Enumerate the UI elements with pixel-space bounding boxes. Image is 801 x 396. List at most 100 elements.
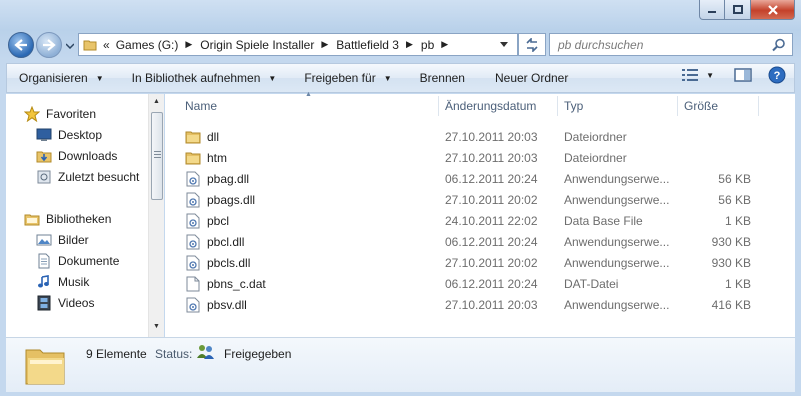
file-row[interactable]: htm 27.10.2011 20:03 Dateiordner: [165, 147, 795, 168]
breadcrumb-arrow-icon[interactable]: ▶: [185, 39, 192, 50]
documents-icon: [36, 253, 52, 269]
maximize-button[interactable]: [725, 0, 751, 20]
command-bar: Organisieren ▼ In Bibliothek aufnehmen ▼…: [6, 63, 795, 93]
arrow-left-icon: [14, 39, 27, 51]
file-date: 27.10.2011 20:03: [445, 297, 538, 312]
share-label: Freigeben für: [304, 71, 376, 85]
file-name-cell[interactable]: pbags.dll: [185, 189, 255, 210]
nav-libraries[interactable]: Bibliotheken: [24, 209, 111, 229]
column-divider[interactable]: [758, 96, 759, 116]
file-row[interactable]: pbcl.dll 06.12.2011 20:24 Anwendungserwe..…: [165, 231, 795, 252]
breadcrumb-arrow-icon[interactable]: ▶: [406, 39, 413, 50]
breadcrumb-battlefield[interactable]: Battlefield 3 ▶: [336, 38, 421, 52]
file-row[interactable]: pbns_c.dat 06.12.2011 20:24 DAT-Datei 1 KB: [165, 273, 795, 294]
nav-label: Bibliotheken: [46, 212, 112, 226]
scrollbar-thumb[interactable]: [151, 112, 163, 200]
file-name-cell[interactable]: dll: [185, 126, 219, 147]
breadcrumb-label: Battlefield 3: [336, 37, 399, 52]
chevron-down-icon: ▼: [95, 73, 104, 83]
file-row[interactable]: dll 27.10.2011 20:03 Dateiordner: [165, 126, 795, 147]
caption-buttons: [699, 0, 795, 20]
organize-button[interactable]: Organisieren ▼: [7, 65, 114, 91]
help-icon: ?: [768, 66, 786, 84]
refresh-button[interactable]: [518, 33, 546, 56]
db-file-icon: [185, 213, 201, 229]
view-options-button[interactable]: ▼: [682, 69, 714, 81]
column-header-name[interactable]: Name: [185, 94, 217, 118]
file-row[interactable]: pbag.dll 06.12.2011 20:24 Anwendungserwe..…: [165, 168, 795, 189]
nav-pictures[interactable]: Bilder: [36, 230, 89, 250]
column-header-date[interactable]: Änderungsdatum: [445, 94, 536, 118]
help-button[interactable]: ?: [768, 66, 786, 84]
address-bar[interactable]: « Games (G:) ▶ Origin Spiele Installer ▶…: [78, 33, 518, 56]
file-date: 06.12.2011 20:24: [445, 276, 538, 291]
column-divider[interactable]: [677, 96, 678, 116]
file-date: 27.10.2011 20:02: [445, 192, 538, 207]
file-name-cell[interactable]: pbcl: [185, 210, 229, 231]
file-date: 27.10.2011 20:02: [445, 255, 538, 270]
burn-button[interactable]: Brennen: [410, 65, 475, 91]
burn-label: Brennen: [419, 71, 465, 85]
column-divider[interactable]: [438, 96, 439, 116]
file-size: 930 KB: [711, 234, 751, 249]
share-with-button[interactable]: Freigeben für ▼: [294, 65, 401, 91]
details-pane: 9 Elemente Status: Freigegeben: [6, 337, 795, 392]
nav-documents[interactable]: Dokumente: [36, 251, 119, 271]
breadcrumb-label: pb: [420, 37, 435, 52]
address-dropdown-button[interactable]: [490, 33, 518, 56]
search-box[interactable]: pb durchsuchen: [549, 33, 793, 56]
search-icon[interactable]: [772, 38, 786, 55]
minimize-button[interactable]: [699, 0, 725, 20]
column-label: Größe: [684, 99, 719, 113]
column-divider[interactable]: [557, 96, 558, 116]
column-label: Änderungsdatum: [445, 99, 537, 113]
file-row[interactable]: pbags.dll 27.10.2011 20:02 Anwendungserwe.…: [165, 189, 795, 210]
nav-music[interactable]: Musik: [36, 272, 89, 292]
status-value: Freigegeben: [224, 347, 292, 361]
file-size: [684, 126, 751, 147]
nav-desktop[interactable]: Desktop: [36, 125, 102, 145]
breadcrumb-arrow-icon[interactable]: ▶: [321, 39, 328, 50]
breadcrumb-arrow-icon[interactable]: ▶: [441, 39, 448, 50]
file-name-cell[interactable]: pbsv.dll: [185, 294, 247, 315]
new-folder-label: Neuer Ordner: [494, 71, 569, 85]
include-in-library-button[interactable]: In Bibliothek aufnehmen ▼: [122, 65, 287, 91]
nav-favorites[interactable]: Favoriten: [24, 104, 96, 124]
file-name-cell[interactable]: pbag.dll: [185, 168, 249, 189]
folder-icon: [24, 342, 68, 391]
file-name: htm: [207, 150, 228, 165]
view-list-icon: [682, 69, 699, 81]
close-button[interactable]: [751, 0, 795, 20]
preview-pane-button[interactable]: [734, 68, 752, 82]
nav-label: Videos: [58, 296, 95, 310]
breadcrumb-pb[interactable]: pb ▶: [421, 38, 456, 52]
recent-pages-button[interactable]: [64, 40, 76, 52]
file-type: Anwendungserwe...: [564, 171, 670, 186]
file-name-cell[interactable]: pbcl.dll: [185, 231, 244, 252]
file-row[interactable]: pbsv.dll 27.10.2011 20:03 Anwendungserwe..…: [165, 294, 795, 315]
column-header-size[interactable]: Größe: [684, 94, 718, 118]
file-name-cell[interactable]: htm: [185, 147, 227, 168]
navigation-scrollbar[interactable]: ▲ ▼: [148, 94, 164, 337]
address-overflow[interactable]: «: [103, 38, 110, 52]
scroll-up-icon[interactable]: ▲: [153, 98, 160, 105]
file-name-cell[interactable]: pbcls.dll: [185, 252, 250, 273]
file-name-cell[interactable]: pbns_c.dat: [185, 273, 266, 294]
file-type: Anwendungserwe...: [564, 255, 670, 270]
nav-recent[interactable]: Zuletzt besucht: [36, 167, 139, 187]
file-row[interactable]: pbcls.dll 27.10.2011 20:02 Anwendungserwe.…: [165, 252, 795, 273]
column-header-type[interactable]: Typ: [564, 94, 583, 118]
back-button[interactable]: [8, 32, 34, 58]
file-size: 416 KB: [711, 297, 751, 312]
organize-label: Organisieren: [19, 71, 88, 85]
file-row[interactable]: pbcl 24.10.2011 22:02 Data Base File 1 KB: [165, 210, 795, 231]
scroll-down-icon[interactable]: ▼: [153, 323, 160, 330]
nav-videos[interactable]: Videos: [36, 293, 94, 313]
forward-button[interactable]: [36, 32, 62, 58]
breadcrumb-origin[interactable]: Origin Spiele Installer ▶: [200, 38, 336, 52]
nav-downloads[interactable]: Downloads: [36, 146, 117, 166]
breadcrumb-games[interactable]: Games (G:) ▶: [116, 38, 201, 52]
star-icon: [24, 106, 40, 122]
new-folder-button[interactable]: Neuer Ordner: [485, 65, 578, 91]
file-date: 06.12.2011 20:24: [445, 171, 538, 186]
